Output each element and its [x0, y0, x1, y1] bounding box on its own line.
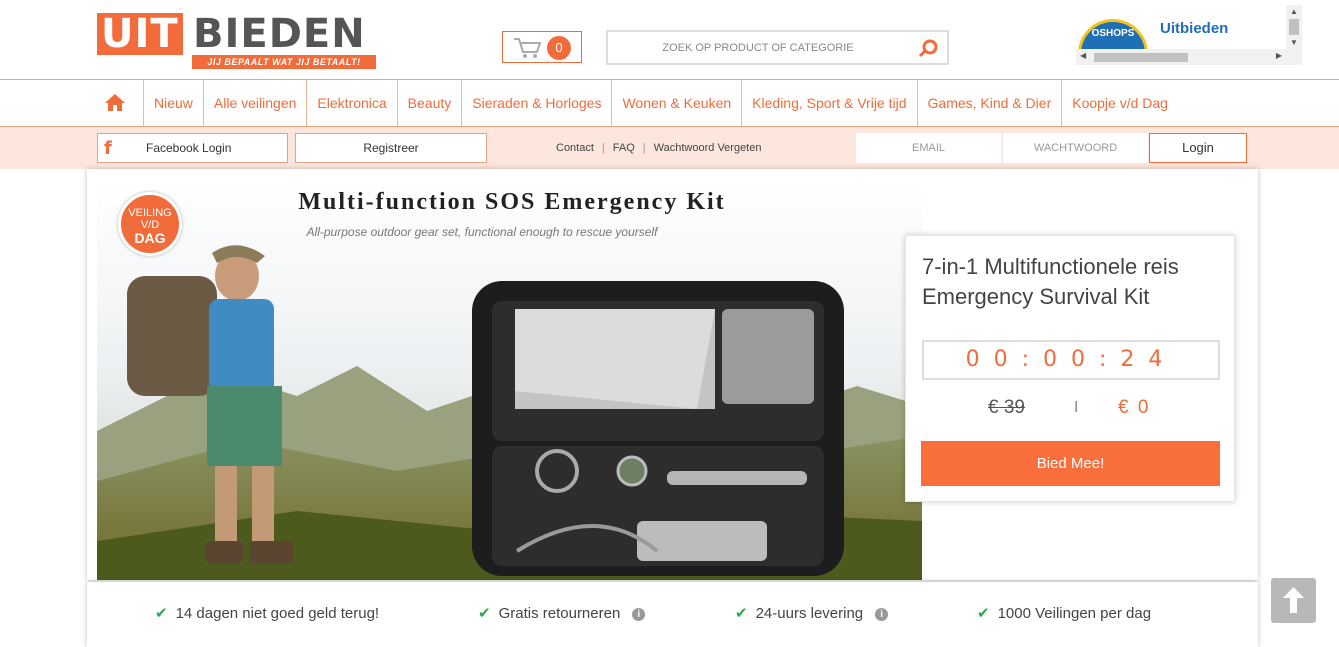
auction-of-the-day-badge: VEILING V/D DAG	[118, 192, 182, 256]
oshops-vertical-scrollbar[interactable]: ▲ ▼	[1286, 5, 1302, 49]
oshops-widget: OSHOPS Uitbieden ▲ ▼ ◀ ▶	[1076, 5, 1302, 65]
check-icon: ✔	[155, 604, 168, 622]
image-heading: Multi-function SOS Emergency Kit	[298, 189, 725, 215]
forgot-password-link[interactable]: Wachtwoord Vergeten	[654, 142, 762, 154]
oshops-badge-text: OSHOPS	[1091, 28, 1135, 39]
check-icon: ✔	[478, 604, 491, 622]
contact-link[interactable]: Contact	[556, 142, 594, 154]
countdown-timer: 00:00:24	[922, 340, 1220, 380]
bid-panel: 7-in-1 Multifunctionele reis Emergency S…	[905, 235, 1235, 502]
facebook-icon: f	[104, 138, 112, 159]
product-photo: Multi-function SOS Emergency Kit All-pur…	[97, 181, 922, 580]
site-logo[interactable]: UIT BIEDEN JIJ BEPAALT WAT JIJ BETAALT!	[97, 13, 379, 71]
search-box	[606, 30, 949, 65]
logo-uit: UIT	[97, 13, 183, 55]
nav-item-sieraden-horloges[interactable]: Sieraden & Horloges	[461, 80, 611, 126]
usp-bar: ✔ 14 dagen niet goed geld terug! ✔ Gratis …	[87, 582, 1258, 647]
scroll-left-icon[interactable]: ◀	[1080, 51, 1086, 60]
check-icon: ✔	[735, 604, 748, 622]
usp-label: 1000 Veilingen per dag	[997, 605, 1152, 622]
logo-bieden: BIEDEN	[193, 11, 366, 57]
usp-label: 24-uurs levering	[755, 605, 864, 622]
usp-label: 14 dagen niet goed geld terug!	[175, 605, 380, 622]
original-price: € 39	[988, 397, 1025, 418]
cart-button[interactable]: 0	[502, 31, 582, 63]
nav-item-wonen-keuken[interactable]: Wonen & Keuken	[611, 80, 741, 126]
arrow-up-icon	[1283, 587, 1304, 613]
badge-line-3: DAG	[134, 230, 166, 246]
product-image[interactable]: Multi-function SOS Emergency Kit All-pur…	[97, 181, 922, 580]
usp-item: ✔ 24-uurs levering i	[735, 604, 889, 622]
faq-link[interactable]: FAQ	[613, 142, 635, 154]
info-icon[interactable]: i	[875, 607, 889, 621]
search-input[interactable]	[608, 32, 908, 63]
oshops-horizontal-scrollbar[interactable]: ◀ ▶	[1076, 49, 1302, 65]
password-field[interactable]	[1003, 133, 1148, 163]
current-price: € 0	[1118, 397, 1151, 418]
bid-button[interactable]: Bied Mee!	[921, 441, 1220, 486]
price-separator: I	[1074, 399, 1079, 416]
site-header: UIT BIEDEN JIJ BEPAALT WAT JIJ BETAALT! …	[0, 0, 1339, 80]
login-button[interactable]: Login	[1149, 133, 1247, 163]
check-icon: ✔	[977, 604, 990, 622]
featured-auction: Multi-function SOS Emergency Kit All-pur…	[87, 169, 1258, 580]
nav-item-beauty[interactable]: Beauty	[396, 80, 462, 126]
usp-item: ✔ 14 dagen niet goed geld terug!	[155, 604, 379, 622]
usp-label: Gratis retourneren	[498, 605, 621, 622]
nav-item-nieuw[interactable]: Nieuw	[143, 80, 203, 126]
nav-item-games-kind-dier[interactable]: Games, Kind & Dier	[916, 80, 1062, 126]
link-separator: |	[642, 142, 646, 154]
register-button[interactable]: Registreer	[295, 133, 487, 163]
nav-item-kleding-sport[interactable]: Kleding, Sport & Vrije tijd	[741, 80, 916, 126]
kit-case	[472, 281, 844, 576]
product-title[interactable]: 7-in-1 Multifunctionele reis Emergency S…	[922, 252, 1232, 312]
scroll-thumb[interactable]	[1289, 19, 1299, 35]
facebook-login-button[interactable]: f Facebook Login	[97, 133, 288, 163]
home-icon	[105, 94, 125, 111]
oshops-shop-name[interactable]: Uitbieden	[1160, 20, 1228, 37]
scroll-down-icon[interactable]: ▼	[1290, 38, 1298, 47]
search-icon[interactable]	[917, 38, 939, 58]
cart-count: 0	[547, 36, 571, 60]
nav-home[interactable]	[87, 80, 143, 126]
link-separator: |	[601, 142, 605, 154]
nav-item-koopje-vd-dag[interactable]: Koopje v/d Dag	[1061, 80, 1178, 126]
main-navigation: Nieuw Alle veilingen Elektronica Beauty …	[0, 80, 1339, 127]
help-links: Contact | FAQ | Wachtwoord Vergeten	[556, 142, 761, 154]
email-field[interactable]	[856, 133, 1001, 163]
nav-item-alle-veilingen[interactable]: Alle veilingen	[202, 80, 307, 126]
nav-item-elektronica[interactable]: Elektronica	[306, 80, 396, 126]
usp-item: ✔ Gratis retourneren i	[478, 604, 646, 622]
cart-icon	[514, 38, 542, 58]
facebook-login-label: Facebook Login	[146, 141, 232, 155]
usp-item: ✔ 1000 Veilingen per dag	[977, 604, 1151, 622]
logo-tagline: JIJ BEPAALT WAT JIJ BETAALT!	[192, 55, 376, 69]
image-subheading: All-purpose outdoor gear set, functional…	[306, 225, 660, 239]
badge-line-1: VEILING	[128, 207, 172, 219]
login-bar: f Facebook Login Registreer Contact | FAQ |…	[0, 127, 1339, 169]
scroll-right-icon[interactable]: ▶	[1276, 51, 1282, 60]
scroll-thumb[interactable]	[1094, 53, 1188, 62]
scroll-to-top-button[interactable]	[1271, 578, 1316, 623]
scroll-up-icon[interactable]: ▲	[1290, 7, 1298, 16]
info-icon[interactable]: i	[632, 607, 646, 621]
